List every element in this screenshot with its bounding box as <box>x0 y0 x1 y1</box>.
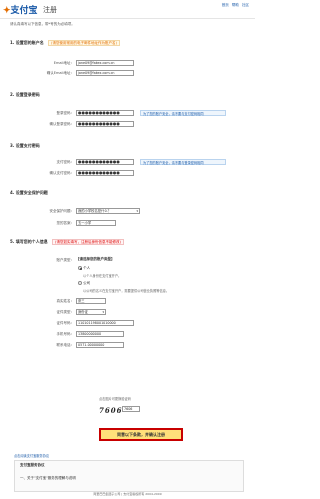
captcha-hint: 点击图片可更换验证码 <box>99 397 131 401</box>
login-password-confirm-label: 确认登录密码： <box>49 122 75 126</box>
mobile-input[interactable]: 13800000000 <box>76 331 124 337</box>
top-link-home[interactable]: 首页 <box>222 3 229 7</box>
pay-password-note: 为了您的账户安全，请不要与登录密码相同 <box>140 159 226 165</box>
id-type-select[interactable]: 身份证 <box>76 309 106 315</box>
email-input[interactable]: jane09@fakex.com.cn <box>76 60 134 66</box>
step1-title: 1. 设置您的账户名 <box>10 40 44 45</box>
login-password-input[interactable]: ●●●●●●●●●●●● <box>76 110 134 116</box>
pay-password-input[interactable]: ●●●●●●●●●●●● <box>76 159 134 165</box>
step3-title: 3. 设置支付密码 <box>10 143 40 148</box>
step1-tip: (请您使用常用的电子邮件地址作为账户名) <box>48 40 120 46</box>
id-number-input[interactable]: 110101198001010000 <box>76 320 134 326</box>
intro-text: 请认真填写以下信息，带*号的为必填项。 <box>10 22 75 26</box>
alipay-logo[interactable]: ✦支付宝 <box>3 3 38 16</box>
personal-desc: 以个人身份在支付宝开户。 <box>83 274 122 278</box>
top-link-community[interactable]: 社区 <box>242 3 249 7</box>
agree-and-register-button[interactable]: 同意以下条款，并确认注册 <box>99 428 183 441</box>
account-type-personal[interactable]: 个人 <box>78 266 90 271</box>
logo-text: 支付宝 <box>10 6 38 16</box>
personal-radio[interactable] <box>78 266 82 270</box>
captcha-image[interactable]: 7606 <box>99 406 122 415</box>
company-label: 公司 <box>83 281 91 285</box>
top-links: 首页 帮助 社区 <box>220 3 249 8</box>
company-radio[interactable] <box>78 281 82 285</box>
step5-tip: (请您如实填写，注册后身份信息不能修改) <box>52 239 124 245</box>
account-type-label: 账户类型： <box>56 258 75 262</box>
step5-header: 5. 填写您的个人信息 (请您如实填写，注册后身份信息不能修改) <box>10 239 124 245</box>
security-answer-label: 您的答案： <box>56 221 75 225</box>
login-password-label: 登录密码： <box>56 111 75 115</box>
agreement-first-line: 一、关于"支付宝"服务的理解与说明 <box>20 476 76 480</box>
security-answer-input[interactable]: 五一小学 <box>76 220 116 226</box>
pay-password-confirm-label: 确认支付密码： <box>49 171 75 175</box>
phone-input[interactable]: 0571-00000000 <box>76 342 124 348</box>
security-question-label: 安全保护问题： <box>49 209 75 213</box>
logo-mark-icon: ✦ <box>3 6 11 16</box>
real-name-label: 真实姓名： <box>56 299 75 303</box>
real-name-input[interactable]: 张三 <box>76 298 106 304</box>
agreement-link[interactable]: 点击阅读支付宝服务协议 <box>14 453 49 458</box>
login-password-confirm-input[interactable]: ●●●●●●●●●●●● <box>76 121 134 127</box>
step2-title: 2. 设置登录密码 <box>10 92 40 97</box>
captcha-input[interactable]: 7606 <box>122 406 140 412</box>
security-question-select[interactable]: 我的小学校名是什么？ <box>76 208 140 214</box>
company-desc: 以公司的名义在支付宝开户，需要提供公司营业执照等信息。 <box>83 289 170 293</box>
agreement-title: 支付宝服务协议 <box>20 463 45 467</box>
top-link-help[interactable]: 帮助 <box>232 3 239 7</box>
top-bar <box>0 0 255 18</box>
footer: 阿里巴巴集团子公司 | 支付宝版权所有 2004-2009 <box>93 492 162 496</box>
step1-header: 1. 设置您的账户名 (请您使用常用的电子邮件地址作为账户名) <box>10 40 120 46</box>
pay-password-confirm-input[interactable]: ●●●●●●●●●●●● <box>76 170 134 176</box>
pay-password-label: 支付密码： <box>56 160 75 164</box>
mobile-label: 手机号码： <box>56 332 75 336</box>
email-confirm-input[interactable]: jane09@fakex.com.cn <box>76 70 134 76</box>
id-type-value: 身份证 <box>78 310 88 314</box>
header-divider <box>0 18 255 19</box>
step5-title: 5. 填写您的个人信息 <box>10 239 48 244</box>
personal-label: 个人 <box>83 266 91 270</box>
account-type-question: 【请选择您的账户类型】 <box>76 257 115 261</box>
step4-title: 4. 设置安全保护问题 <box>10 190 48 195</box>
page-title: 注册 <box>43 6 57 14</box>
submit-label: 同意以下条款，并确认注册 <box>117 432 165 437</box>
account-type-company[interactable]: 公司 <box>78 281 90 286</box>
email-label: Email地址： <box>53 61 74 65</box>
login-password-note: 为了您的账户安全，请不要与支付密码相同 <box>140 110 226 116</box>
phone-label: 联系电话： <box>56 343 75 347</box>
security-question-value: 我的小学校名是什么？ <box>78 209 111 213</box>
id-type-label: 证件类型： <box>56 310 75 314</box>
id-number-label: 证件号码： <box>56 321 75 325</box>
email-confirm-label: 确认Email地址： <box>46 71 74 75</box>
